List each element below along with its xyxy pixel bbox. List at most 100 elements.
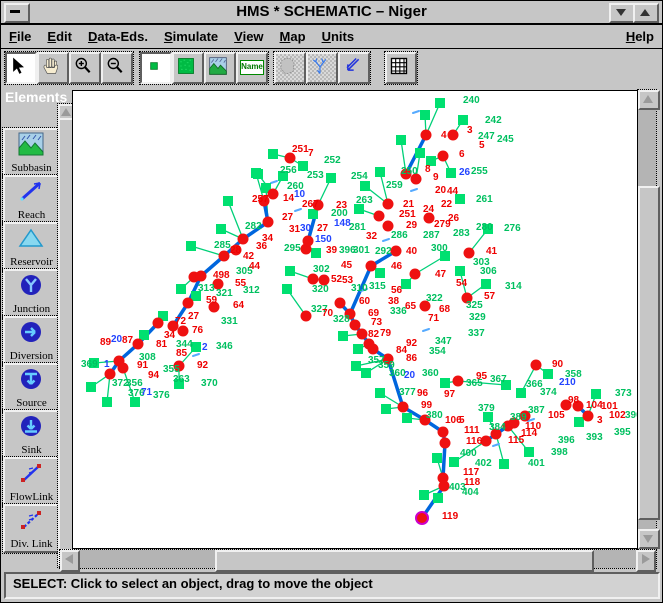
subbasin-node[interactable] xyxy=(375,268,385,278)
junction-node[interactable] xyxy=(178,326,189,337)
palette-item-sink[interactable]: Sink xyxy=(3,410,60,459)
subbasin-node[interactable] xyxy=(516,388,526,398)
canvas-vscrollbar[interactable] xyxy=(638,90,656,549)
subbasin-node[interactable] xyxy=(102,397,112,407)
subbasin-node[interactable] xyxy=(176,284,186,294)
canvas-scroll-left-button[interactable] xyxy=(60,550,80,572)
subbasin-node[interactable] xyxy=(402,413,412,423)
toolbar-button-zoom-in[interactable] xyxy=(69,52,101,84)
subbasin-node[interactable] xyxy=(216,224,226,234)
junction-node[interactable] xyxy=(133,339,144,350)
junction-node[interactable] xyxy=(531,360,542,371)
junction-node[interactable] xyxy=(368,344,379,355)
subbasin-node[interactable] xyxy=(396,135,406,145)
subbasin-node[interactable] xyxy=(524,447,534,457)
menu-item-dataeds[interactable]: Data-Eds. xyxy=(80,25,156,48)
toolbar-button-zoom-out[interactable] xyxy=(101,52,133,84)
subbasin-node[interactable] xyxy=(381,404,391,414)
schematic-canvas[interactable]: 2402423247245564251725225625325426025025… xyxy=(72,90,638,549)
canvas-scroll-up-button[interactable] xyxy=(638,90,660,110)
subbasin-node[interactable] xyxy=(543,369,553,379)
subbasin-node[interactable] xyxy=(446,168,456,178)
toolbar-button-large-elements[interactable] xyxy=(172,52,204,84)
junction-node[interactable] xyxy=(268,189,279,200)
subbasin-node[interactable] xyxy=(351,361,361,371)
selected-junction-node[interactable] xyxy=(416,512,428,524)
junction-node[interactable] xyxy=(303,236,314,247)
palette-item-reservoir[interactable]: Reservoir xyxy=(3,222,60,271)
flow-link-line[interactable] xyxy=(193,354,199,356)
subbasin-node[interactable] xyxy=(574,417,584,427)
subbasin-node[interactable] xyxy=(268,149,278,159)
palette-item-junction[interactable]: Junction xyxy=(3,269,60,318)
toolbar-button-select-arrow[interactable] xyxy=(5,52,37,84)
toolbar-button-river-network[interactable] xyxy=(306,52,338,84)
junction-node[interactable] xyxy=(398,402,409,413)
canvas-hscrollbar[interactable] xyxy=(60,550,656,568)
subbasin-node[interactable] xyxy=(361,368,371,378)
subbasin-node[interactable] xyxy=(435,98,445,108)
subbasin-node[interactable] xyxy=(440,378,450,388)
subbasin-node[interactable] xyxy=(338,331,348,341)
subbasin-node[interactable] xyxy=(458,115,468,125)
toolbar-button-pan-hand[interactable] xyxy=(37,52,69,84)
menu-item-help[interactable]: Help xyxy=(618,25,662,48)
subbasin-node[interactable] xyxy=(591,389,601,399)
subbasin-node[interactable] xyxy=(415,148,425,158)
junction-node[interactable] xyxy=(374,211,385,222)
subbasin-node[interactable] xyxy=(285,266,295,276)
window-raise-button[interactable] xyxy=(633,3,659,23)
window-lower-button[interactable] xyxy=(609,3,635,23)
junction-node[interactable] xyxy=(583,411,594,422)
palette-item-divlink[interactable]: Div. Link xyxy=(3,504,60,553)
junction-node[interactable] xyxy=(183,298,194,309)
junction-node[interactable] xyxy=(308,274,319,285)
subbasin-node[interactable] xyxy=(311,248,321,258)
toolbar-button-name-labels[interactable]: Name xyxy=(236,52,268,84)
junction-node[interactable] xyxy=(438,427,449,438)
junction-node[interactable] xyxy=(366,261,377,272)
junction-node[interactable] xyxy=(335,298,346,309)
subbasin-node[interactable] xyxy=(420,110,430,120)
subbasin-node[interactable] xyxy=(499,459,509,469)
subbasin-node[interactable] xyxy=(326,173,336,183)
subbasin-node[interactable] xyxy=(375,167,385,177)
subbasin-node[interactable] xyxy=(481,279,491,289)
subbasin-node[interactable] xyxy=(449,457,459,467)
canvas-scroll-down-button[interactable] xyxy=(638,529,660,549)
canvas-hscroll-thumb[interactable] xyxy=(215,550,594,572)
subbasin-node[interactable] xyxy=(308,209,318,219)
menu-item-file[interactable]: File xyxy=(1,25,39,48)
junction-node[interactable] xyxy=(481,436,492,447)
junction-node[interactable] xyxy=(421,130,432,141)
palette-item-flowlink[interactable]: FlowLink xyxy=(3,457,60,506)
subbasin-node[interactable] xyxy=(432,453,442,463)
toolbar-button-small-elements[interactable] xyxy=(140,52,172,84)
canvas-vscroll-thumb[interactable] xyxy=(638,186,660,520)
flow-link-line[interactable] xyxy=(413,111,419,113)
menu-item-simulate[interactable]: Simulate xyxy=(156,25,226,48)
junction-node[interactable] xyxy=(263,217,274,228)
flow-link-line[interactable] xyxy=(493,444,499,446)
junction-node[interactable] xyxy=(383,199,394,210)
junction-node[interactable] xyxy=(439,481,450,492)
subbasin-node[interactable] xyxy=(253,169,263,179)
flow-link-line[interactable] xyxy=(411,189,417,191)
flow-link-line[interactable] xyxy=(295,209,301,211)
subbasin-node[interactable] xyxy=(433,493,443,503)
flow-link-line[interactable] xyxy=(383,239,389,241)
junction-node[interactable] xyxy=(357,329,368,340)
schematic-drawing[interactable]: 2402423247245564251725225625325426025025… xyxy=(73,91,637,548)
palette-scrollbar[interactable] xyxy=(58,104,71,567)
junction-node[interactable] xyxy=(196,271,207,282)
subbasin-node[interactable] xyxy=(353,344,363,354)
junction-node[interactable] xyxy=(118,363,129,374)
subbasin-node[interactable] xyxy=(139,330,149,340)
junction-node[interactable] xyxy=(219,251,230,262)
toolbar-button-basin-boundary[interactable] xyxy=(274,52,306,84)
junction-node[interactable] xyxy=(153,318,164,329)
flow-link-line[interactable] xyxy=(423,329,429,331)
subbasin-node[interactable] xyxy=(419,490,429,500)
subbasin-node[interactable] xyxy=(223,196,233,206)
toolbar-button-map-background[interactable] xyxy=(204,52,236,84)
